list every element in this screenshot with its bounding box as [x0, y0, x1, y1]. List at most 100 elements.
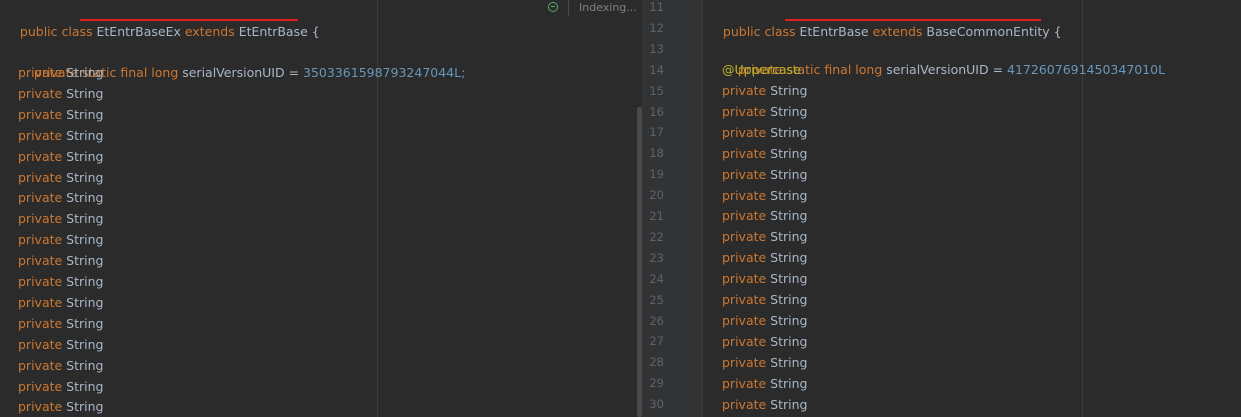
field-line[interactable]: private String	[18, 271, 103, 292]
keyword-private: private	[722, 166, 771, 182]
line-number: 14	[649, 62, 664, 77]
type-string: String	[66, 190, 104, 206]
keyword-private: private	[722, 292, 771, 307]
type-string: String	[66, 148, 104, 164]
field-line[interactable]: private String	[722, 394, 807, 415]
class-declaration[interactable]: public class EtEntrBaseEx extends EtEntr…	[4, 0, 320, 39]
type-string: String	[66, 336, 104, 352]
left-editor-pane[interactable]: public class EtEntrBaseEx extends EtEntr…	[0, 0, 636, 417]
right-editor-pane[interactable]: public class EtEntrBase extends BaseComm…	[703, 0, 1241, 417]
type-string: String	[770, 396, 808, 412]
field-line[interactable]: private String	[722, 268, 807, 289]
field-line[interactable]: private String	[722, 331, 807, 352]
field-line[interactable]: private String	[18, 229, 103, 250]
field-line[interactable]: private String	[722, 185, 807, 206]
class-declaration[interactable]: public class EtEntrBase extends BaseComm…	[707, 0, 1062, 39]
keyword-public-class: public class	[19, 24, 97, 39]
field-line[interactable]: private String	[18, 292, 103, 313]
class-name[interactable]: EtEntrBaseEx	[97, 24, 181, 39]
type-string: String	[66, 169, 104, 185]
annotation-uppercase[interactable]: @Uppercase	[722, 59, 801, 80]
field-line[interactable]: private String	[18, 104, 103, 125]
keyword-private: private	[18, 127, 67, 143]
field-line[interactable]: private String	[722, 352, 807, 373]
keyword-private: private	[18, 357, 67, 373]
type-string: String	[770, 312, 808, 328]
field-line[interactable]: private String	[18, 208, 103, 229]
type-string: String	[770, 271, 808, 287]
type-string: String	[770, 375, 808, 391]
field-line[interactable]: private String	[18, 83, 103, 104]
field-line[interactable]: private String	[18, 187, 103, 208]
parent-class-name[interactable]: EtEntrBase	[239, 24, 308, 39]
keyword-private: private	[18, 106, 67, 122]
keyword-private: private	[18, 169, 67, 185]
keyword-private: private	[18, 399, 67, 415]
line-number: 18	[649, 146, 664, 161]
keyword-private: private	[18, 253, 67, 269]
serial-version-line[interactable]: private static final long serialVersionU…	[18, 41, 465, 80]
field-line[interactable]: private String	[722, 101, 807, 122]
field-line[interactable]: private String	[722, 122, 807, 143]
keyword-private: private	[18, 190, 67, 206]
type-string: String	[66, 65, 104, 80]
type-string: String	[66, 253, 104, 269]
keyword-private: private	[722, 145, 771, 161]
keyword-private: private	[18, 294, 67, 310]
type-string: String	[770, 103, 808, 119]
serial-value: 3503361598793247044L;	[303, 65, 466, 80]
field-line[interactable]: private String	[722, 226, 807, 247]
type-string: String	[66, 274, 104, 289]
field-line[interactable]: private String	[722, 205, 807, 226]
class-name[interactable]: EtEntrBase	[800, 24, 869, 39]
line-number-gutter: 11 12 13 14 15 16 17 18 19 20 21 22 23 24 25 26 27 28 29 30	[642, 0, 703, 417]
field-line[interactable]: private String	[722, 80, 807, 101]
type-string: String	[770, 354, 808, 370]
keyword-private: private	[722, 187, 771, 203]
field-line[interactable]: private String	[18, 355, 103, 376]
field-line[interactable]: private String	[722, 164, 807, 185]
field-line[interactable]: private String	[18, 167, 103, 188]
field-line[interactable]: private String	[18, 334, 103, 355]
inspection-ok-icon[interactable]	[548, 2, 558, 12]
type-string: String	[770, 166, 808, 182]
field-line[interactable]: private String	[18, 62, 103, 83]
line-number: 26	[649, 313, 664, 328]
field-line[interactable]: private String	[722, 143, 807, 164]
type-string: String	[770, 250, 808, 266]
serial-value: 4172607691450347010L	[1007, 62, 1166, 77]
field-line[interactable]: private String	[722, 310, 807, 331]
serial-version-line[interactable]: private static final long serialVersionU…	[722, 38, 1165, 77]
field-serial-version-uid: serialVersionUID =	[182, 65, 304, 80]
type-string: String	[66, 85, 104, 101]
line-number: 29	[649, 376, 664, 391]
type-string: String	[770, 229, 808, 245]
keyword-private: private	[18, 315, 67, 331]
type-string: String	[770, 83, 808, 98]
field-line[interactable]: private String	[722, 289, 807, 310]
line-number: 16	[649, 104, 664, 119]
open-brace: {	[307, 24, 320, 39]
field-line[interactable]: private String	[18, 146, 103, 167]
red-underline-annotation	[80, 19, 298, 21]
line-number: 21	[649, 209, 664, 223]
field-line[interactable]: private String	[18, 125, 103, 146]
keyword-private: private	[18, 378, 67, 394]
field-line[interactable]: private String	[18, 376, 103, 397]
field-line[interactable]: private String	[722, 373, 807, 394]
field-line[interactable]: private String	[18, 250, 103, 271]
type-string: String	[66, 127, 104, 143]
parent-class-name[interactable]: BaseCommonEntity	[926, 24, 1049, 39]
type-string: String	[770, 187, 808, 203]
keyword-private: private	[722, 103, 771, 119]
keyword-private: private	[18, 274, 67, 289]
field-line[interactable]: private String	[18, 396, 103, 417]
field-line[interactable]: private String	[18, 313, 103, 334]
type-string: String	[66, 106, 104, 122]
keyword-private: private	[722, 124, 771, 140]
indexing-status: Indexing...	[568, 0, 636, 16]
field-line[interactable]: private String	[722, 247, 807, 268]
line-number: 20	[649, 188, 664, 203]
keyword-private: private	[722, 229, 771, 245]
line-number: 19	[649, 167, 664, 182]
